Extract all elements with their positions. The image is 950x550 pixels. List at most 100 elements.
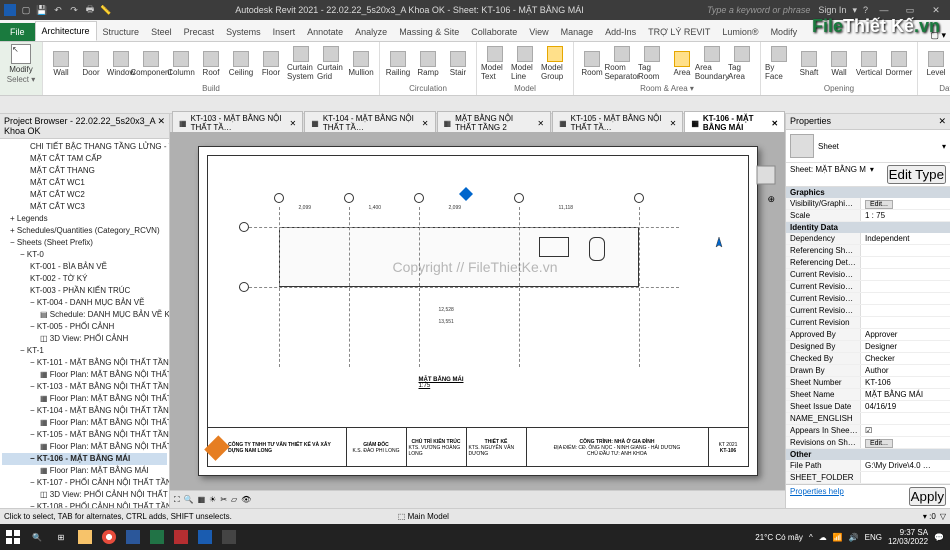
tree-node[interactable]: ▦ Floor Plan: MẶT BẰNG NỘI THẤT TẦNG 2 — [2, 393, 167, 405]
panel-close-icon[interactable]: ✕ — [938, 116, 946, 127]
edit-button[interactable]: Edit... — [865, 200, 893, 209]
type-dropdown-icon[interactable]: ▾ — [942, 142, 946, 151]
prop-row[interactable]: Current Revisio… — [786, 281, 950, 293]
component-button[interactable]: Component — [137, 51, 165, 77]
tray-clock[interactable]: 9:37 SA12/03/2022 — [888, 528, 928, 546]
vertical-button[interactable]: Vertical — [855, 51, 883, 77]
prop-category[interactable]: Other — [786, 449, 950, 460]
workset-display[interactable]: ⬚ Main Model — [398, 512, 449, 521]
tree-node[interactable]: − KT-005 - PHỐI CẢNH — [2, 321, 167, 333]
edit-type-button[interactable]: Edit Type — [887, 165, 946, 184]
tree-node[interactable]: KT-002 - TỜ KÝ — [2, 273, 167, 285]
prop-row[interactable]: File PathG:\My Drive\4.0 … — [786, 460, 950, 472]
help-icon[interactable]: ? — [863, 5, 868, 15]
tree-node[interactable]: − KT-105 - MẶT BẰNG NỘI THẤT TẦNG 3 — [2, 429, 167, 441]
search-box[interactable]: Type a keyword or phrase — [707, 5, 810, 15]
qat-undo-icon[interactable]: ↶ — [52, 4, 64, 16]
tree-node[interactable]: − KT-004 - DANH MỤC BẢN VẼ — [2, 297, 167, 309]
tab-collaborate[interactable]: Collaborate — [465, 23, 523, 41]
drawing-canvas[interactable]: 2,099 1,400 2,099 11,118 12,528 13,551 M… — [170, 132, 785, 490]
prop-category[interactable]: Identity Data — [786, 222, 950, 233]
detail-level-icon[interactable]: ▦ — [198, 495, 206, 504]
ramp-button[interactable]: Ramp — [414, 51, 442, 77]
curtaingrid-button[interactable]: Curtain Grid — [317, 46, 345, 81]
wall-button[interactable]: Wall — [47, 51, 75, 77]
scale-icon[interactable]: 🔍 — [184, 495, 194, 504]
tree-node[interactable]: ◫ 3D View: PHỐI CẢNH — [2, 333, 167, 345]
tree-node[interactable]: + Schedules/Quantities (Category_RCVN) — [2, 225, 167, 237]
qat-print-icon[interactable]: 🖶 — [84, 4, 96, 16]
tree-node[interactable]: ▤ Schedule: DANH MỤC BẢN VẼ KIẾN TRÚC — [2, 309, 167, 321]
tagroom-button[interactable]: Tag Room — [638, 46, 666, 81]
ceiling-button[interactable]: Ceiling — [227, 51, 255, 77]
tree-node[interactable]: − KT-103 - MẶT BẰNG NỘI THẤT TẦNG 2 — [2, 381, 167, 393]
taskbar-word-icon[interactable] — [122, 526, 144, 548]
titleblock[interactable]: CÔNG TY TNHH TƯ VẤN THIẾT KẾ VÀ XÂY DỰNG… — [207, 427, 749, 467]
tree-node[interactable]: − KT-0 — [2, 249, 167, 261]
tab-manage[interactable]: Manage — [555, 23, 600, 41]
tree-node[interactable]: ◫ 3D View: PHỐI CẢNH NỘI THẤT TẦNG 1 — [2, 489, 167, 501]
filter-icon[interactable]: ▽ — [940, 512, 946, 521]
project-browser-header[interactable]: Project Browser - 22.02.22_5s20x3_A Khoa… — [0, 114, 169, 139]
tree-node[interactable]: MẶT CẮT TAM CẤP — [2, 153, 167, 165]
tree-node[interactable]: − Sheets (Sheet Prefix) — [2, 237, 167, 249]
maximize-icon[interactable]: ▭ — [900, 5, 920, 16]
visual-style-icon[interactable]: ☀ — [209, 495, 216, 504]
view-cube[interactable] — [753, 162, 779, 188]
prop-row[interactable]: Current Revisio… — [786, 269, 950, 281]
modelgroup-button[interactable]: Model Group — [541, 46, 569, 81]
prop-row[interactable]: DependencyIndependent — [786, 233, 950, 245]
areaboundary-button[interactable]: Area Boundary — [698, 46, 726, 81]
tab-view[interactable]: View — [523, 23, 554, 41]
column-button[interactable]: Column — [167, 51, 195, 77]
curtainsystem-button[interactable]: Curtain System — [287, 46, 315, 81]
tab-annotate[interactable]: Annotate — [301, 23, 349, 41]
taskbar-excel-icon[interactable] — [146, 526, 168, 548]
taskbar-search-icon[interactable]: 🔍 — [26, 526, 48, 548]
type-selector[interactable]: Sheet ▾ — [786, 130, 950, 163]
tree-node[interactable]: ▦ Floor Plan: MẶT BẰNG MÁI — [2, 465, 167, 477]
apply-button[interactable]: Apply — [909, 487, 946, 506]
door-button[interactable]: Door — [77, 51, 105, 77]
taskbar-autocad-icon[interactable] — [170, 526, 192, 548]
tab-lumion[interactable]: Lumion® — [716, 23, 764, 41]
taskbar-chrome-icon[interactable] — [98, 526, 120, 548]
instance-dropdown-icon[interactable]: ▾ — [870, 165, 874, 184]
prop-row[interactable]: Drawn ByAuthor — [786, 365, 950, 377]
signin-button[interactable]: Sign In — [818, 5, 846, 15]
steering-wheel-icon[interactable]: ⊕ — [767, 194, 775, 205]
tree-node[interactable]: KT-003 - PHẦN KIẾN TRÚC — [2, 285, 167, 297]
tree-node[interactable]: ▦ Floor Plan: MẶT BẰNG NỘI THẤT TẦNG 3 — [2, 441, 167, 453]
close-icon[interactable]: ✕ — [926, 5, 946, 16]
tree-node[interactable]: KT-001 - BÌA BẢN VẼ — [2, 261, 167, 273]
tab-precast[interactable]: Precast — [178, 23, 221, 41]
instance-label[interactable]: Sheet: MẶT BẰNG M — [790, 165, 866, 184]
area-button[interactable]: Area — [668, 51, 696, 77]
roof-button[interactable]: Roof — [197, 51, 225, 77]
prop-row[interactable]: Approved ByApprover — [786, 329, 950, 341]
taskbar-revit-icon[interactable] — [194, 526, 216, 548]
tab-close-icon[interactable]: ✕ — [771, 119, 778, 128]
taskbar-taskview-icon[interactable]: ⊞ — [50, 526, 72, 548]
prop-row[interactable]: Current Revision — [786, 317, 950, 329]
prop-row[interactable]: Referencing Det… — [786, 257, 950, 269]
tree-node[interactable]: + Legends — [2, 213, 167, 225]
tab-close-icon[interactable]: ✕ — [290, 119, 297, 128]
prop-row[interactable]: Scale1 : 75 — [786, 210, 950, 222]
tree-node[interactable]: CHI TIẾT BẬC THANG TẦNG LỬNG - TẦNG 2 — [2, 141, 167, 153]
stair-button[interactable]: Stair — [444, 51, 472, 77]
tab-modify[interactable]: Modify — [765, 23, 804, 41]
taskbar-explorer-icon[interactable] — [74, 526, 96, 548]
taskbar-app-icon[interactable] — [218, 526, 240, 548]
prop-row[interactable]: Visibility/Graphi…Edit... — [786, 198, 950, 210]
tab-close-icon[interactable]: ✕ — [422, 119, 429, 128]
tab-insert[interactable]: Insert — [267, 23, 302, 41]
mullion-button[interactable]: Mullion — [347, 51, 375, 77]
crop-icon[interactable]: ▱ — [231, 495, 237, 504]
tab-architecture[interactable]: Architecture — [35, 21, 97, 41]
tab-massingsite[interactable]: Massing & Site — [393, 23, 465, 41]
tree-node[interactable]: − KT-104 - MẶT BẰNG NỘI THẤT TẦNG LỬNG — [2, 405, 167, 417]
byface-button[interactable]: By Face — [765, 46, 793, 81]
prop-row[interactable]: NAME_ENGLISH — [786, 413, 950, 425]
properties-grid[interactable]: GraphicsVisibility/Graphi…Edit...Scale1 … — [786, 187, 950, 484]
